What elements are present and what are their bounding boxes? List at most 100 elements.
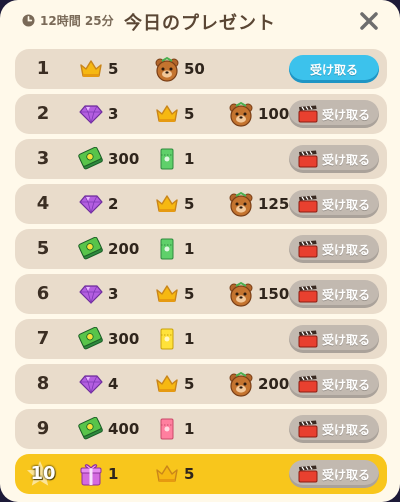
- reward-item: 2: [77, 184, 118, 224]
- reward-amount: 1: [184, 420, 195, 438]
- reward-amount: 5: [184, 195, 195, 213]
- reward-item: 5: [153, 274, 194, 314]
- reward-item: 5: [153, 184, 194, 224]
- reward-amount: 300: [108, 330, 140, 348]
- bear-head-icon: [227, 370, 255, 398]
- purple-gem-icon: [77, 280, 105, 308]
- claim-video-button[interactable]: 受け取る: [289, 325, 379, 353]
- claim-button-label: 受け取る: [321, 332, 370, 347]
- reward-amount: 1: [184, 150, 195, 168]
- claim-video-button[interactable]: 受け取る: [289, 280, 379, 308]
- video-ad-icon: [298, 375, 318, 393]
- claim-button[interactable]: 受け取る: [289, 55, 379, 83]
- pink-ticket-icon: [153, 415, 181, 443]
- day-number: 10: [30, 463, 56, 484]
- crown-icon: [77, 55, 105, 83]
- reward-item: 150: [227, 274, 289, 314]
- claim-video-button[interactable]: 受け取る: [289, 100, 379, 128]
- video-ad-icon: [298, 285, 318, 303]
- reward-row: 10 1 5 受け取る: [15, 454, 387, 494]
- purple-gem-icon: [77, 100, 105, 128]
- green-ticket-icon: [153, 235, 181, 263]
- cash-icon: [77, 145, 105, 173]
- reward-row: 3 300 1 受け取る: [15, 139, 387, 179]
- claim-button-label: 受け取る: [321, 467, 370, 482]
- bear-head-icon: [227, 280, 255, 308]
- page-title: 今日のプレゼント: [124, 13, 276, 34]
- claim-video-button[interactable]: 受け取る: [289, 190, 379, 218]
- reward-amount: 2: [108, 195, 119, 213]
- header: 12時間 25分 今日のプレゼント: [0, 0, 400, 44]
- claim-video-button[interactable]: 受け取る: [289, 460, 379, 488]
- day-number: 6: [36, 283, 50, 304]
- day-number: 8: [36, 373, 50, 394]
- cash-icon: [77, 415, 105, 443]
- reward-amount: 1: [184, 240, 195, 258]
- reward-item: 3: [77, 274, 118, 314]
- claim-button-label: 受け取る: [309, 62, 358, 77]
- bear-head-icon: [227, 190, 255, 218]
- claim-button-label: 受け取る: [321, 107, 370, 122]
- claim-video-button[interactable]: 受け取る: [289, 370, 379, 398]
- reward-item: 1: [153, 319, 194, 359]
- claim-button-label: 受け取る: [321, 152, 370, 167]
- reward-amount: 50: [184, 60, 205, 78]
- green-ticket-icon: [153, 145, 181, 173]
- crown-icon: [153, 370, 181, 398]
- reward-item: 50: [153, 49, 205, 89]
- crown-icon: [153, 280, 181, 308]
- reward-item: 1: [153, 229, 194, 269]
- reward-amount: 200: [108, 240, 140, 258]
- reward-row: 5 200 1 受け取る: [15, 229, 387, 269]
- reward-row: 8 4 5 200 受け取る: [15, 364, 387, 404]
- yellow-ticket-icon: [153, 325, 181, 353]
- bear-head-icon: [153, 55, 181, 83]
- reward-amount: 400: [108, 420, 140, 438]
- claim-button-label: 受け取る: [321, 242, 370, 257]
- reward-amount: 1: [108, 465, 119, 483]
- purple-gem-icon: [77, 370, 105, 398]
- reward-amount: 100: [258, 105, 290, 123]
- reward-item: 400: [77, 409, 139, 449]
- day-number: 3: [36, 148, 50, 169]
- day-number: 4: [36, 193, 50, 214]
- reward-item: 300: [77, 319, 139, 359]
- crown-icon: [153, 190, 181, 218]
- reward-row: 4 2 5 125 受け取る: [15, 184, 387, 224]
- reward-amount: 5: [184, 375, 195, 393]
- cash-icon: [77, 235, 105, 263]
- reward-amount: 150: [258, 285, 290, 303]
- crown-icon: [153, 460, 181, 488]
- reward-row: 9 400 1 受け取る: [15, 409, 387, 449]
- reward-amount: 300: [108, 150, 140, 168]
- video-ad-icon: [298, 105, 318, 123]
- claim-button-label: 受け取る: [321, 197, 370, 212]
- cash-icon: [77, 325, 105, 353]
- reward-row: 6 3 5 150 受け取る: [15, 274, 387, 314]
- crown-icon: [153, 100, 181, 128]
- reward-item: 5: [77, 49, 118, 89]
- reward-row: 1 5 50 受け取る: [15, 49, 387, 89]
- reward-amount: 5: [184, 105, 195, 123]
- close-icon[interactable]: [358, 10, 380, 32]
- reward-amount: 200: [258, 375, 290, 393]
- claim-button-label: 受け取る: [321, 377, 370, 392]
- reward-row: 2 3 5 100 受け取る: [15, 94, 387, 134]
- reward-item: 3: [77, 94, 118, 134]
- reward-amount: 1: [184, 330, 195, 348]
- claim-video-button[interactable]: 受け取る: [289, 415, 379, 443]
- day-number: 7: [36, 328, 50, 349]
- reward-item: 5: [153, 94, 194, 134]
- reward-amount: 3: [108, 105, 119, 123]
- video-ad-icon: [298, 420, 318, 438]
- video-ad-icon: [298, 465, 318, 483]
- claim-video-button[interactable]: 受け取る: [289, 235, 379, 263]
- reward-amount: 125: [258, 195, 290, 213]
- reward-item: 4: [77, 364, 118, 404]
- video-ad-icon: [298, 150, 318, 168]
- gift-box-icon: [77, 460, 105, 488]
- reward-item: 5: [153, 364, 194, 404]
- purple-gem-icon: [77, 190, 105, 218]
- claim-video-button[interactable]: 受け取る: [289, 145, 379, 173]
- reward-amount: 3: [108, 285, 119, 303]
